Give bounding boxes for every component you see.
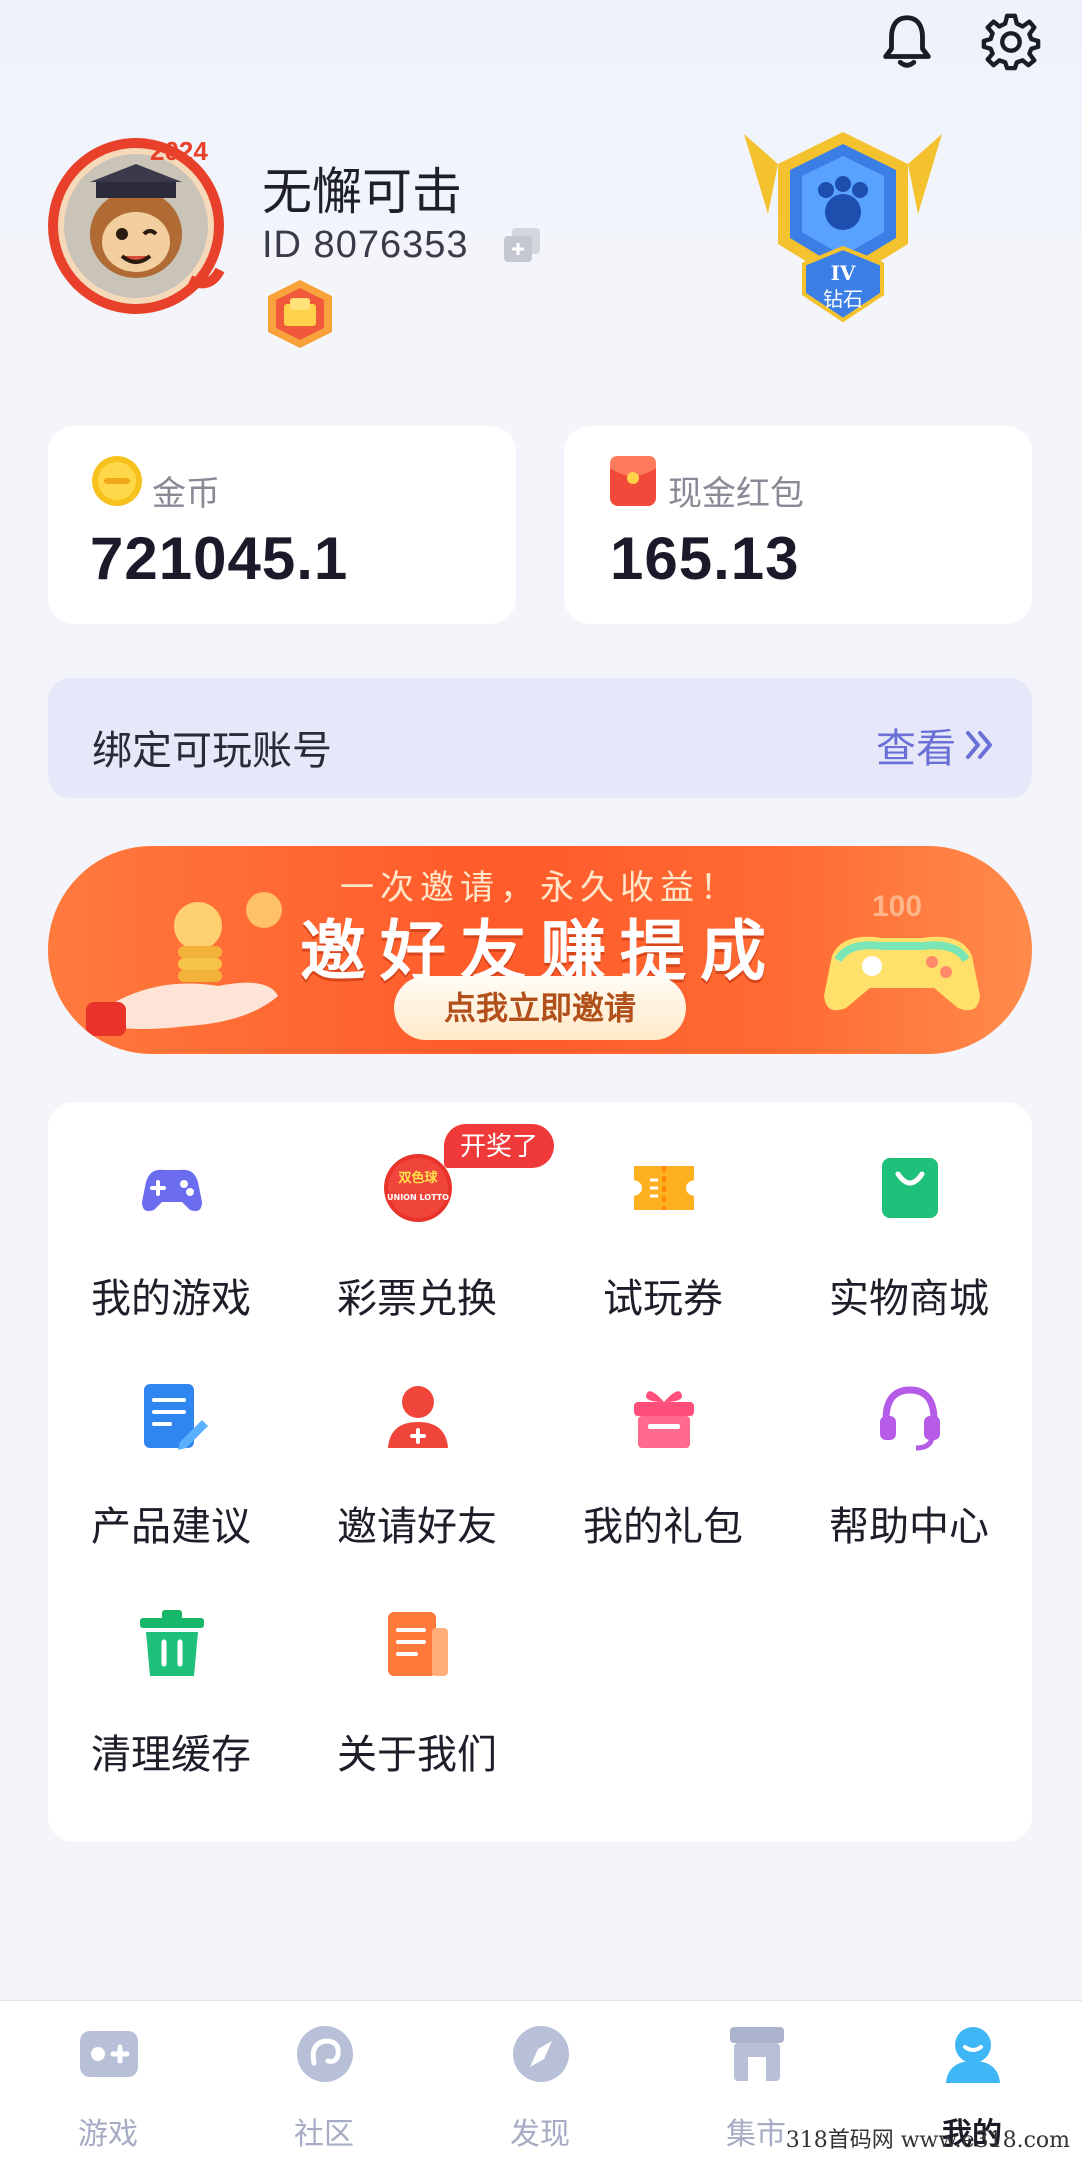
red-packet-icon [610,456,656,506]
avatar[interactable]: 2024 [40,130,240,320]
menu-item-label: 试玩券 [603,1277,723,1321]
bind-account-bar[interactable]: 绑定可玩账号 查看 [48,678,1032,798]
cash-red-packet-card[interactable]: 现金红包 165.13 [564,426,1032,624]
lottery-drawn-badge: 开奖了 [444,1124,555,1168]
menu-item-label: 邀请好友 [337,1505,497,1549]
bell-icon[interactable] [876,10,938,72]
coin-label: 金币 [152,475,220,513]
community-tab-icon [297,2026,353,2082]
shopping-bag-icon [882,1158,938,1218]
tab-label: 社区 [294,2118,354,2151]
menu-item-label: 实物商城 [829,1277,989,1321]
view-button[interactable]: 查看 [876,716,998,774]
menu-item-label: 帮助中心 [829,1505,989,1549]
svg-text:100: 100 [872,890,922,923]
view-label: 查看 [876,727,956,771]
add-user-icon [388,1386,448,1448]
diamond-rank-badge: IV 钻石 [744,132,942,323]
svg-text:钻石: 钻石 [823,287,863,311]
gamepad-icon [142,1169,202,1211]
menu-item-product-suggestion[interactable]: 产品建议 [48,1330,294,1549]
gamepad-illustration: 100 [824,890,980,1011]
coin-card[interactable]: 金币 721045.1 [48,426,516,624]
bind-account-label: 绑定可玩账号 [92,729,332,773]
ticket-icon [634,1166,694,1210]
double-chevron-right-icon [966,731,992,759]
svg-text:双色球: 双色球 [398,1170,438,1186]
feature-menu: 我的游戏 双色球 UNION LOTTO 彩票兑换 开奖了 试玩券 实物商城 产… [48,1102,1032,1842]
menu-item-invite-friends[interactable]: 邀请好友 [294,1330,540,1549]
username: 无懈可击 [262,164,462,220]
tab-community[interactable]: 社区 [216,2023,432,2151]
coin-value: 721045.1 [90,525,349,592]
invite-now-button[interactable]: 点我立即邀请 [394,976,686,1040]
svg-text:UNION LOTTO: UNION LOTTO [387,1193,449,1202]
header-actions [876,10,1042,72]
menu-item-help-center[interactable]: 帮助中心 [786,1330,1032,1549]
tab-label: 发现 [510,2118,570,2151]
info-document-icon [388,1612,448,1676]
gear-icon[interactable] [980,10,1042,72]
menu-item-clear-cache[interactable]: 清理缓存 [48,1558,294,1777]
gift-icon [634,1391,694,1448]
menu-item-label: 我的游戏 [91,1277,251,1321]
menu-item-trial-voucher[interactable]: 试玩券 [540,1102,786,1321]
menu-item-label: 关于我们 [337,1733,497,1777]
game-tab-icon [80,2031,138,2077]
menu-item-label: 我的礼包 [583,1505,743,1549]
invite-banner[interactable]: 一次邀请，永久收益！ 邀好友赚提成 点我立即邀请 100 [48,846,1032,1054]
cash-value: 165.13 [610,525,800,592]
svg-text:IV: IV [831,261,856,285]
menu-item-goods-mall[interactable]: 实物商城 [786,1102,1032,1321]
menu-item-my-games[interactable]: 我的游戏 [48,1102,294,1321]
menu-item-my-gift-pack[interactable]: 我的礼包 [540,1330,786,1549]
svg-text:2024: 2024 [150,136,208,166]
market-tab-icon [730,2027,784,2081]
tab-games[interactable]: 游戏 [0,2023,216,2151]
menu-item-label: 清理缓存 [91,1733,251,1777]
user-id: ID 8076353 [262,224,469,266]
trash-icon [140,1610,204,1676]
tab-label: 游戏 [78,2118,138,2151]
tab-discover[interactable]: 发现 [432,2023,648,2151]
cash-label: 现金红包 [668,475,804,513]
menu-item-about-us[interactable]: 关于我们 [294,1558,540,1777]
gold-medal-icon [268,280,332,348]
compass-tab-icon [513,2026,569,2082]
copy-icon[interactable] [502,226,542,264]
profile-tab-icon [946,2027,1000,2083]
document-edit-icon [144,1384,208,1450]
menu-item-label: 彩票兑换 [337,1277,497,1321]
headset-icon [880,1386,940,1451]
menu-item-label: 产品建议 [91,1505,251,1549]
watermark: 318首码网 www.e318.com [785,2128,1070,2153]
coin-icon [92,456,142,506]
